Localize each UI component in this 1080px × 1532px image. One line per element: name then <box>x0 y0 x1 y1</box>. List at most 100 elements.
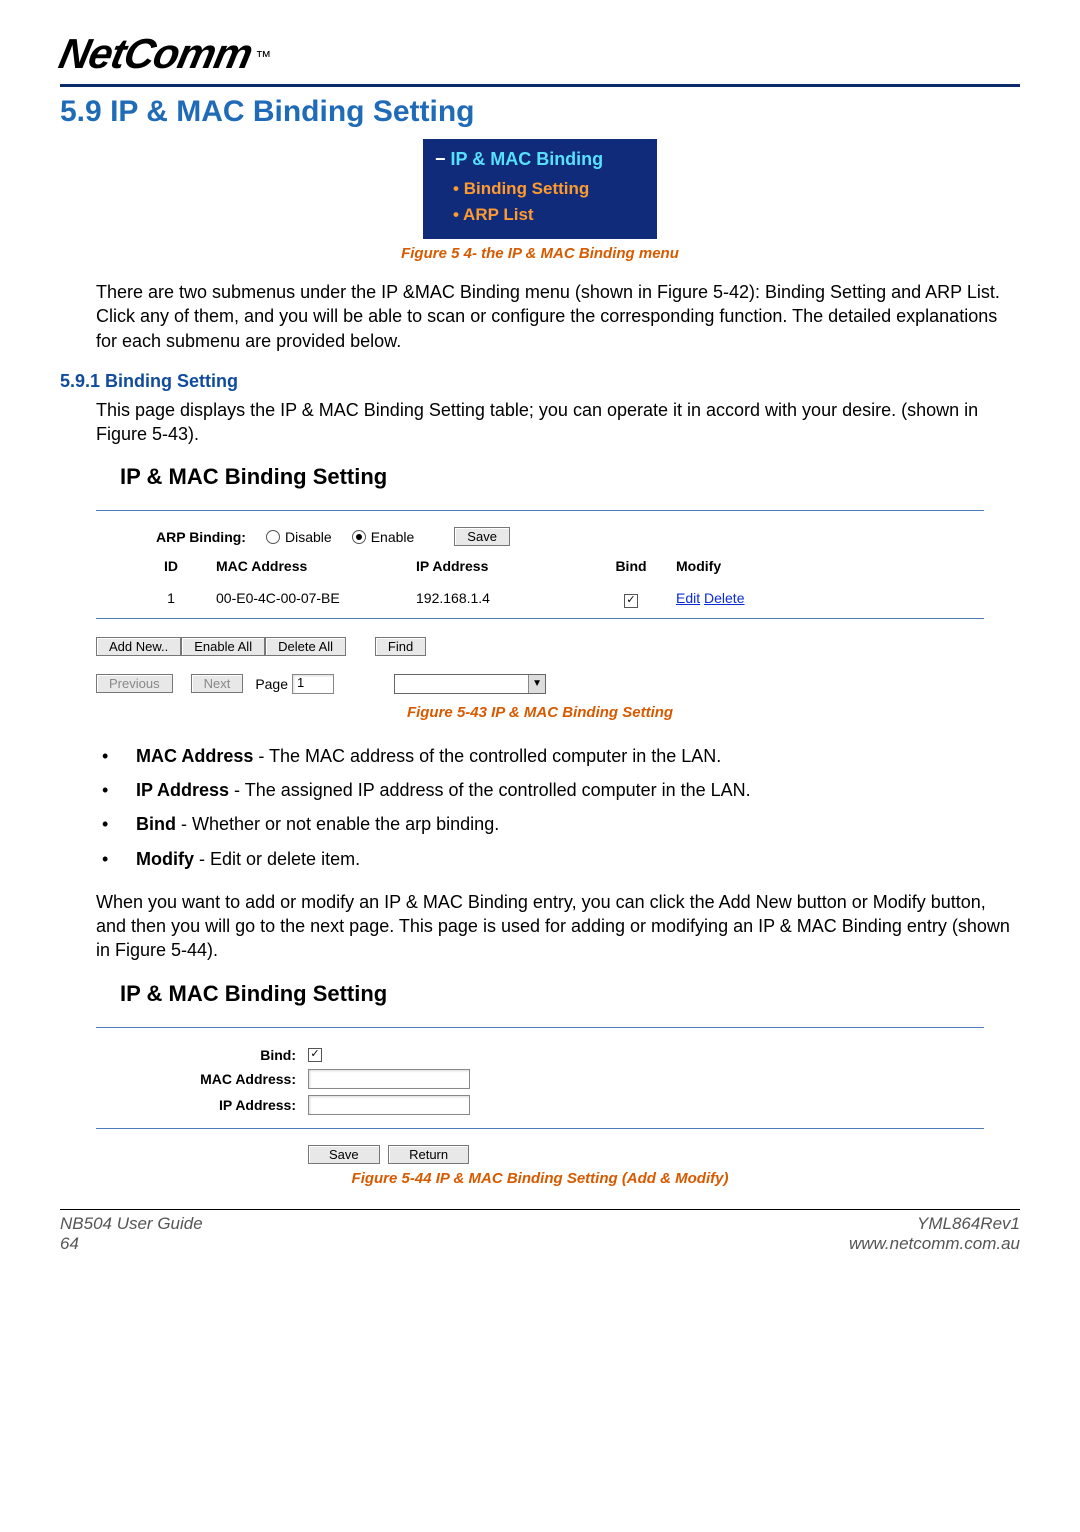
radio-disable[interactable]: Disable <box>266 529 332 545</box>
section-title-text: IP & MAC Binding Setting <box>110 95 474 128</box>
desc: - Whether or not enable the arp binding. <box>176 814 499 834</box>
desc: - The assigned IP address of the control… <box>229 780 751 800</box>
section-number: 5.9 <box>60 95 102 128</box>
bind-label: Bind: <box>96 1047 308 1063</box>
col-modify: Modify <box>676 558 796 580</box>
figure-caption-5-43: Figure 5-43 IP & MAC Binding Setting <box>60 704 1020 721</box>
cell-modify: Edit Delete <box>676 590 796 608</box>
bind-checkbox[interactable]: ✓ <box>308 1048 322 1062</box>
edit-link[interactable]: Edit <box>676 590 700 606</box>
list-item: Modify - Edit or delete item. <box>102 842 1020 876</box>
ip-address-input[interactable] <box>308 1095 470 1115</box>
divider <box>96 510 984 511</box>
nav-sub-item-binding[interactable]: • Binding Setting <box>435 176 645 202</box>
footer-divider <box>60 1209 1020 1210</box>
add-modify-paragraph: When you want to add or modify an IP & M… <box>96 890 1020 963</box>
list-item: MAC Address - The MAC address of the con… <box>102 739 1020 773</box>
arp-binding-row: ARP Binding: Disable Enable Save <box>96 523 984 558</box>
ip-label: IP Address: <box>96 1097 308 1113</box>
radio-icon <box>266 530 280 544</box>
ip-field-row: IP Address: <box>96 1092 984 1118</box>
subsection-intro: This page displays the IP & MAC Binding … <box>96 398 1020 447</box>
next-button[interactable]: Next <box>191 674 244 693</box>
mac-address-input[interactable] <box>308 1069 470 1089</box>
bullet-icon: • <box>453 205 463 224</box>
term: Modify <box>136 849 194 869</box>
brand-name: NetComm <box>55 30 256 77</box>
doc-title: NB504 User Guide <box>60 1214 203 1234</box>
page-label: Page <box>255 676 288 692</box>
page-number: 64 <box>60 1234 203 1254</box>
delete-link[interactable]: Delete <box>704 590 744 606</box>
term: IP Address <box>136 780 229 800</box>
col-bind: Bind <box>586 558 676 580</box>
delete-all-button[interactable]: Delete All <box>265 637 346 656</box>
table-row: 1 00-E0-4C-00-07-BE 192.168.1.4 ✓ Edit D… <box>96 590 984 618</box>
cell-id: 1 <box>126 590 216 608</box>
bind-field-row: Bind: ✓ <box>96 1044 984 1066</box>
radio-enable-label: Enable <box>371 529 415 545</box>
return-button[interactable]: Return <box>388 1145 469 1164</box>
radio-icon <box>352 530 366 544</box>
mac-field-row: MAC Address: <box>96 1066 984 1092</box>
doc-url: www.netcomm.com.au <box>849 1234 1020 1254</box>
find-button[interactable]: Find <box>375 637 426 656</box>
add-new-button[interactable]: Add New.. <box>96 637 181 656</box>
col-mac: MAC Address <box>216 558 416 580</box>
binding-form-panel: IP & MAC Binding Setting Bind: ✓ MAC Add… <box>96 981 984 1164</box>
cell-mac: 00-E0-4C-00-07-BE <box>216 590 416 608</box>
col-id: ID <box>126 558 216 580</box>
nav-sub-label: ARP List <box>463 205 534 224</box>
pager-row: Previous Next Page 1 ▼ <box>96 668 984 698</box>
binding-table-header: ID MAC Address IP Address Bind Modify <box>96 558 984 590</box>
bind-checkbox[interactable]: ✓ <box>624 594 638 608</box>
nav-sub-item-arp[interactable]: • ARP List <box>435 202 645 228</box>
footer-left: NB504 User Guide 64 <box>60 1214 203 1254</box>
term: MAC Address <box>136 746 253 766</box>
divider <box>96 618 984 619</box>
binding-table-panel: IP & MAC Binding Setting ARP Binding: Di… <box>96 464 984 698</box>
page-select[interactable]: ▼ <box>394 674 546 694</box>
figure-caption-5-44: Figure 5-44 IP & MAC Binding Setting (Ad… <box>60 1170 1020 1187</box>
footer-right: YML864Rev1 www.netcomm.com.au <box>849 1214 1020 1254</box>
save-button[interactable]: Save <box>454 527 510 546</box>
brand-logo: NetComm <box>55 30 257 78</box>
nav-menu-panel: − IP & MAC Binding • Binding Setting • A… <box>423 139 657 239</box>
cell-bind: ✓ <box>586 590 676 608</box>
desc: - Edit or delete item. <box>194 849 360 869</box>
term: Bind <box>136 814 176 834</box>
divider <box>96 1027 984 1028</box>
header-logo-row: NetComm ™ <box>60 30 1020 87</box>
radio-disable-label: Disable <box>285 529 332 545</box>
list-item: IP Address - The assigned IP address of … <box>102 773 1020 807</box>
save-button[interactable]: Save <box>308 1145 380 1164</box>
intro-paragraph: There are two submenus under the IP &MAC… <box>96 280 1020 353</box>
subsection-title: 5.9.1 Binding Setting <box>60 371 1020 392</box>
desc: - The MAC address of the controlled comp… <box>253 746 721 766</box>
page-footer: NB504 User Guide 64 YML864Rev1 www.netco… <box>60 1214 1020 1254</box>
list-item: Bind - Whether or not enable the arp bin… <box>102 807 1020 841</box>
divider <box>96 1128 984 1129</box>
previous-button[interactable]: Previous <box>96 674 173 693</box>
mac-label: MAC Address: <box>96 1071 308 1087</box>
nav-collapse-icon: − <box>435 149 451 169</box>
nav-root-item[interactable]: − IP & MAC Binding <box>435 149 645 170</box>
enable-all-button[interactable]: Enable All <box>181 637 265 656</box>
panel-title: IP & MAC Binding Setting <box>120 464 984 490</box>
trademark-symbol: ™ <box>255 49 271 66</box>
chevron-down-icon: ▼ <box>528 675 545 693</box>
nav-sub-label: Binding Setting <box>464 179 590 198</box>
bullet-icon: • <box>453 179 464 198</box>
panel-title: IP & MAC Binding Setting <box>120 981 984 1007</box>
figure-caption-5-4: Figure 5 4- the IP & MAC Binding menu <box>60 245 1020 262</box>
nav-root-label: IP & MAC Binding <box>451 149 604 169</box>
cell-ip: 192.168.1.4 <box>416 590 586 608</box>
col-ip: IP Address <box>416 558 586 580</box>
action-button-row: Add New..Enable AllDelete All Find <box>96 631 984 668</box>
doc-revision: YML864Rev1 <box>849 1214 1020 1234</box>
radio-enable[interactable]: Enable <box>352 529 415 545</box>
arp-binding-label: ARP Binding: <box>156 529 266 545</box>
page-title: 5.9 IP & MAC Binding Setting <box>60 95 1020 129</box>
page-number-input[interactable]: 1 <box>292 674 334 694</box>
field-description-list: MAC Address - The MAC address of the con… <box>102 739 1020 876</box>
